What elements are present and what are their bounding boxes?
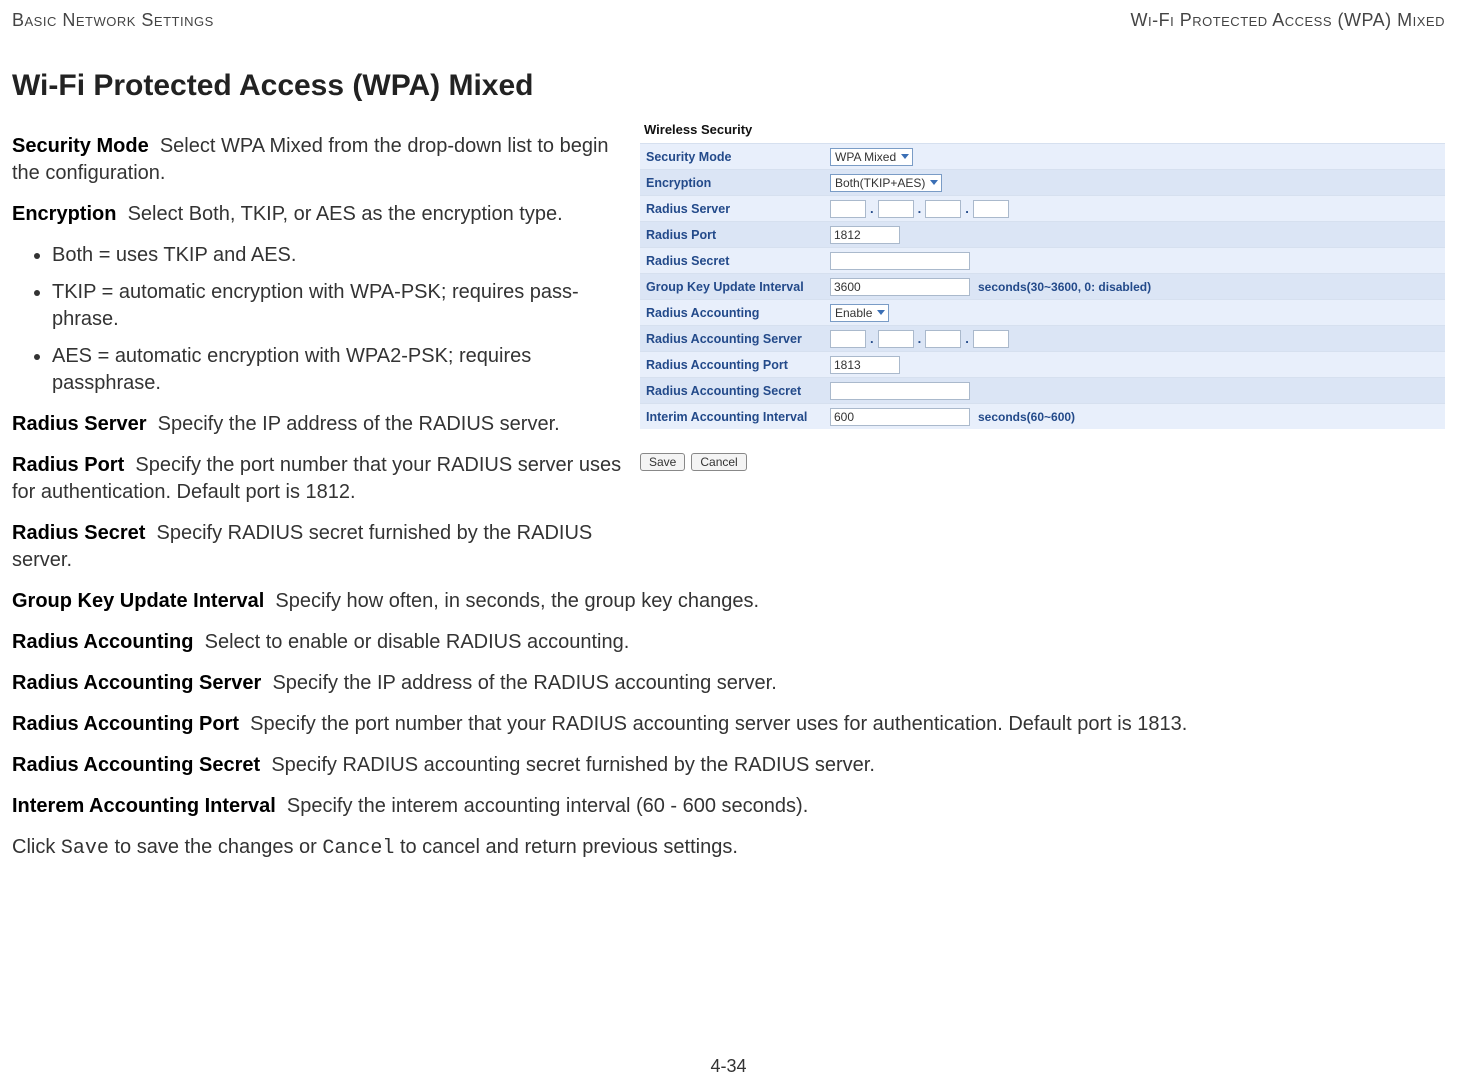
term-radius-acct-server: Radius Accounting Server: [12, 672, 261, 694]
ip-dot: .: [868, 201, 876, 216]
term-radius-port: Radius Port: [12, 454, 124, 476]
row-security-mode: Security Mode WPA Mixed: [640, 143, 1445, 169]
security-mode-select[interactable]: WPA Mixed: [830, 148, 913, 166]
def-encryption: Encryption Select Both, TKIP, or AES as …: [12, 201, 622, 228]
def-radius-acct-secret: Radius Accounting Secret Specify RADIUS …: [12, 752, 1445, 779]
label-radius-acct-server: Radius Accounting Server: [640, 332, 830, 346]
row-radius-server: Radius Server . . .: [640, 195, 1445, 221]
row-radius-acct-port: Radius Accounting Port 1813: [640, 351, 1445, 377]
closing-mid: to save the changes or: [109, 836, 322, 858]
label-radius-secret: Radius Secret: [640, 254, 830, 268]
def-radius-secret: Radius Secret Specify RADIUS secret furn…: [12, 520, 622, 574]
ip-dot: .: [916, 201, 924, 216]
radius-acct-select[interactable]: Enable: [830, 304, 889, 322]
radius-acct-server-ip1[interactable]: [830, 330, 866, 348]
radius-secret-input[interactable]: [830, 252, 970, 270]
row-radius-secret: Radius Secret: [640, 247, 1445, 273]
def-group-key: Group Key Update Interval Specify how of…: [12, 588, 1445, 615]
def-radius-acct-port: Radius Accounting Port Specify the port …: [12, 711, 1445, 738]
term-radius-secret: Radius Secret: [12, 522, 145, 544]
closing-save-code: Save: [61, 837, 109, 860]
def-interem: Interem Accounting Interval Specify the …: [12, 793, 1445, 820]
row-encryption: Encryption Both(TKIP+AES): [640, 169, 1445, 195]
term-radius-acct: Radius Accounting: [12, 631, 193, 653]
row-group-key: Group Key Update Interval 3600 seconds(3…: [640, 273, 1445, 299]
encryption-list: Both = uses TKIP and AES. TKIP = automat…: [52, 242, 622, 397]
radius-server-ip2[interactable]: [878, 200, 914, 218]
group-key-input[interactable]: 3600: [830, 278, 970, 296]
radius-acct-secret-input[interactable]: [830, 382, 970, 400]
radius-acct-server-ip4[interactable]: [973, 330, 1009, 348]
ip-dot: .: [963, 201, 971, 216]
radius-server-ip1[interactable]: [830, 200, 866, 218]
desc-group-key: Specify how often, in seconds, the group…: [275, 590, 759, 612]
save-button[interactable]: Save: [640, 453, 685, 471]
closing-post: to cancel and return previous settings.: [394, 836, 738, 858]
label-interim: Interim Accounting Interval: [640, 410, 830, 424]
radius-acct-server-ip2[interactable]: [878, 330, 914, 348]
desc-radius-acct-port: Specify the port number that your RADIUS…: [250, 713, 1187, 735]
desc-interem: Specify the interem accounting interval …: [287, 795, 808, 817]
term-security-mode: Security Mode: [12, 135, 149, 157]
encryption-select[interactable]: Both(TKIP+AES): [830, 174, 942, 192]
list-item: Both = uses TKIP and AES.: [52, 242, 622, 269]
button-row: Save Cancel: [640, 453, 1445, 471]
def-radius-port: Radius Port Specify the port number that…: [12, 452, 622, 506]
label-security-mode: Security Mode: [640, 150, 830, 164]
header-left: Basic Network Settings: [12, 10, 214, 31]
radius-acct-port-input[interactable]: 1813: [830, 356, 900, 374]
row-radius-port: Radius Port 1812: [640, 221, 1445, 247]
closing-instruction: Click Save to save the changes or Cancel…: [12, 834, 1445, 862]
ip-dot: .: [868, 331, 876, 346]
radius-acct-server-ip3[interactable]: [925, 330, 961, 348]
label-group-key: Group Key Update Interval: [640, 280, 830, 294]
def-radius-server: Radius Server Specify the IP address of …: [12, 411, 622, 438]
label-radius-acct: Radius Accounting: [640, 306, 830, 320]
interim-input[interactable]: 600: [830, 408, 970, 426]
panel-title: Wireless Security: [640, 118, 1445, 143]
desc-radius-acct-server: Specify the IP address of the RADIUS acc…: [272, 672, 776, 694]
desc-radius-server: Specify the IP address of the RADIUS ser…: [158, 413, 560, 435]
row-interim: Interim Accounting Interval 600 seconds(…: [640, 403, 1445, 429]
row-radius-acct-server: Radius Accounting Server . . .: [640, 325, 1445, 351]
label-radius-acct-secret: Radius Accounting Secret: [640, 384, 830, 398]
term-group-key: Group Key Update Interval: [12, 590, 264, 612]
term-radius-acct-secret: Radius Accounting Secret: [12, 754, 260, 776]
row-radius-acct-secret: Radius Accounting Secret: [640, 377, 1445, 403]
group-key-suffix: seconds(30~3600, 0: disabled): [978, 280, 1151, 294]
page-number: 4-34: [0, 1056, 1457, 1077]
cancel-button[interactable]: Cancel: [691, 453, 746, 471]
interim-suffix: seconds(60~600): [978, 410, 1075, 424]
desc-radius-acct: Select to enable or disable RADIUS accou…: [205, 631, 630, 653]
term-radius-server: Radius Server: [12, 413, 147, 435]
row-radius-acct: Radius Accounting Enable: [640, 299, 1445, 325]
ip-dot: .: [963, 331, 971, 346]
desc-radius-acct-secret: Specify RADIUS accounting secret furnish…: [271, 754, 875, 776]
page-title: Wi-Fi Protected Access (WPA) Mixed: [12, 69, 1445, 103]
header-right: Wi-Fi Protected Access (WPA) Mixed: [1130, 10, 1445, 31]
label-radius-server: Radius Server: [640, 202, 830, 216]
closing-cancel-code: Cancel: [322, 837, 394, 860]
closing-pre: Click: [12, 836, 61, 858]
def-security-mode: Security Mode Select WPA Mixed from the …: [12, 133, 622, 187]
desc-encryption: Select Both, TKIP, or AES as the encrypt…: [128, 203, 563, 225]
list-item: AES = automatic encryption with WPA2-PSK…: [52, 343, 622, 397]
radius-server-ip3[interactable]: [925, 200, 961, 218]
ip-dot: .: [916, 331, 924, 346]
radius-port-input[interactable]: 1812: [830, 226, 900, 244]
page-header: Basic Network Settings Wi-Fi Protected A…: [12, 10, 1445, 31]
def-radius-acct-server: Radius Accounting Server Specify the IP …: [12, 670, 1445, 697]
term-encryption: Encryption: [12, 203, 116, 225]
term-radius-acct-port: Radius Accounting Port: [12, 713, 239, 735]
wireless-security-screenshot: Wireless Security Security Mode WPA Mixe…: [640, 118, 1445, 471]
label-radius-port: Radius Port: [640, 228, 830, 242]
def-radius-acct: Radius Accounting Select to enable or di…: [12, 629, 1445, 656]
radius-server-ip4[interactable]: [973, 200, 1009, 218]
term-interem: Interem Accounting Interval: [12, 795, 276, 817]
label-encryption: Encryption: [640, 176, 830, 190]
list-item: TKIP = automatic encryption with WPA-PSK…: [52, 279, 622, 333]
label-radius-acct-port: Radius Accounting Port: [640, 358, 830, 372]
